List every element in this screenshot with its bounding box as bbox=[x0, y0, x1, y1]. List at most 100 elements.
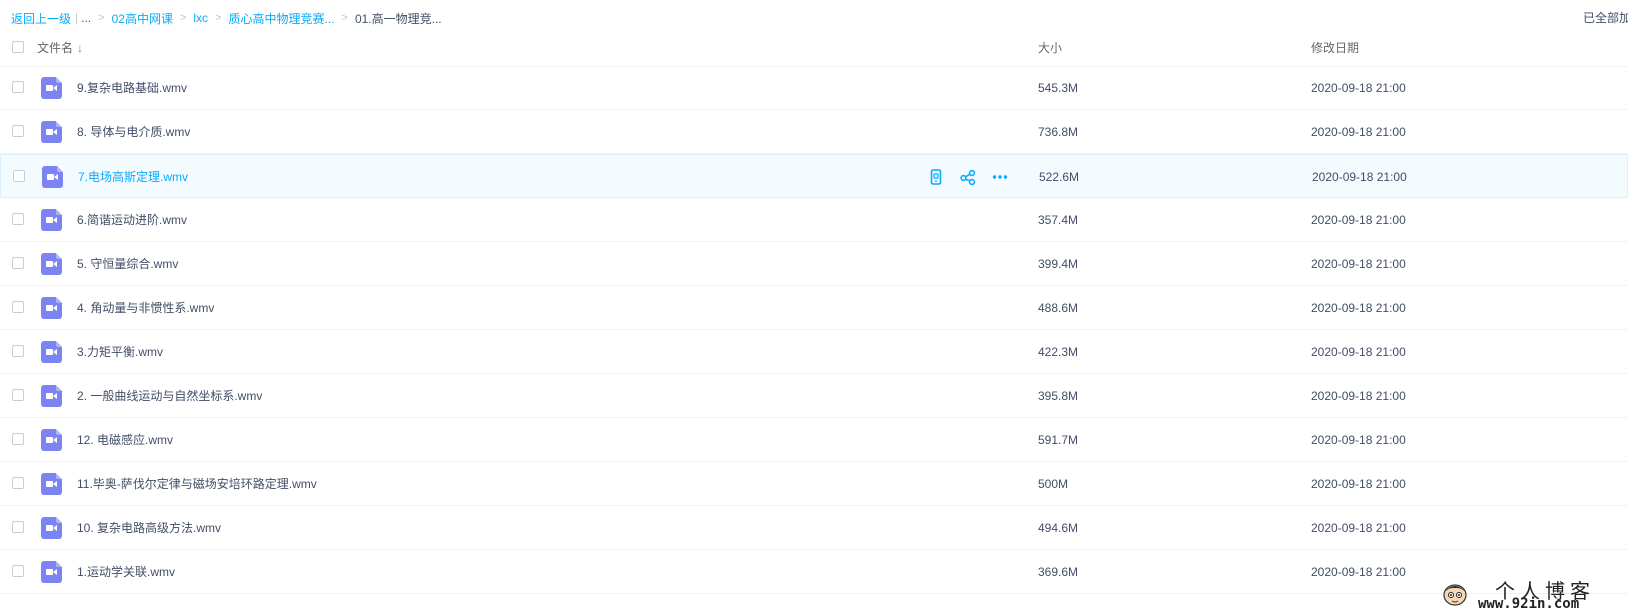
breadcrumb-separator: > bbox=[179, 12, 187, 24]
file-size: 494.6M bbox=[1038, 521, 1079, 535]
row-checkbox[interactable] bbox=[12, 477, 24, 489]
file-list: 9.复杂电路基础.wmv 545.3M 2020-09-18 21:00 8. 导体与… bbox=[0, 66, 1628, 594]
file-name[interactable]: 6.简谐运动进阶.wmv bbox=[77, 198, 187, 242]
file-row[interactable]: 12. 电磁感应.wmv 591.7M 2020-09-18 21:00 bbox=[0, 418, 1628, 462]
file-date: 2020-09-18 21:00 bbox=[1311, 125, 1406, 139]
breadcrumb-separator: > bbox=[215, 12, 222, 24]
sort-down-arrow-icon[interactable]: ↓ bbox=[77, 30, 83, 66]
file-size: 357.4M bbox=[1038, 213, 1079, 227]
file-list-header: 文件名 ↓ 大小 修改日期 bbox=[0, 30, 1628, 67]
file-name[interactable]: 11.毕奥-萨伐尔定律与磁场安培环路定理.wmv bbox=[77, 462, 317, 506]
file-size: 399.4M bbox=[1038, 257, 1079, 271]
file-date: 2020-09-18 21:00 bbox=[1312, 170, 1407, 184]
file-row[interactable]: 5. 守恒量综合.wmv 399.4M 2020-09-18 21:00 bbox=[0, 242, 1628, 286]
file-size: 522.6M bbox=[1039, 170, 1080, 184]
size-column-header[interactable]: 大小 bbox=[1038, 30, 1062, 66]
file-date: 2020-09-18 21:00 bbox=[1311, 477, 1406, 491]
row-checkbox[interactable] bbox=[12, 521, 24, 533]
breadcrumb-item[interactable]: 质心高中物理竞赛... bbox=[229, 10, 335, 27]
file-size: 545.3M bbox=[1038, 81, 1079, 95]
file-size: 395.8M bbox=[1038, 389, 1079, 403]
file-size: 369.6M bbox=[1038, 565, 1079, 579]
file-row[interactable]: 8. 导体与电介质.wmv 736.8M 2020-09-18 21:00 bbox=[0, 110, 1628, 154]
video-file-icon bbox=[41, 517, 62, 539]
file-name[interactable]: 7.电场高斯定理.wmv bbox=[78, 155, 188, 199]
breadcrumb-divider: | bbox=[75, 11, 79, 25]
file-name[interactable]: 1.运动学关联.wmv bbox=[77, 550, 175, 594]
row-checkbox[interactable] bbox=[12, 301, 24, 313]
watermark: 个人博客 www.92in.com bbox=[1440, 574, 1628, 616]
file-row[interactable]: 3.力矩平衡.wmv 422.3M 2020-09-18 21:00 bbox=[0, 330, 1628, 374]
file-row[interactable]: 11.毕奥-萨伐尔定律与磁场安培环路定理.wmv 500M 2020-09-18 2… bbox=[0, 462, 1628, 506]
row-checkbox[interactable] bbox=[12, 345, 24, 357]
video-file-icon bbox=[42, 166, 63, 188]
share-icon[interactable] bbox=[959, 168, 977, 186]
file-date: 2020-09-18 21:00 bbox=[1311, 433, 1406, 447]
file-size: 422.3M bbox=[1038, 345, 1079, 359]
avatar-cartoon-icon bbox=[1443, 584, 1467, 606]
video-file-icon bbox=[41, 209, 62, 231]
breadcrumb-ellipsis[interactable]: ... bbox=[81, 11, 91, 25]
date-column-header[interactable]: 修改日期 bbox=[1311, 30, 1359, 66]
row-checkbox[interactable] bbox=[12, 81, 24, 93]
file-row[interactable]: 6.简谐运动进阶.wmv 357.4M 2020-09-18 21:00 bbox=[0, 198, 1628, 242]
breadcrumb-item[interactable]: lxc bbox=[193, 11, 208, 25]
name-column-label: 文件名 bbox=[37, 41, 74, 55]
video-file-icon bbox=[41, 121, 62, 143]
file-name[interactable]: 3.力矩平衡.wmv bbox=[77, 330, 163, 374]
file-row[interactable]: 10. 复杂电路高级方法.wmv 494.6M 2020-09-18 21:00 bbox=[0, 506, 1628, 550]
row-checkbox[interactable] bbox=[12, 257, 24, 269]
file-date: 2020-09-18 21:00 bbox=[1311, 345, 1406, 359]
watermark-url: www.92in.com bbox=[1478, 596, 1580, 612]
file-row[interactable]: 4. 角动量与非惯性系.wmv 488.6M 2020-09-18 21:00 bbox=[0, 286, 1628, 330]
file-date: 2020-09-18 21:00 bbox=[1311, 301, 1406, 315]
back-link[interactable]: 返回上一级 bbox=[11, 10, 71, 27]
file-size: 591.7M bbox=[1038, 433, 1079, 447]
file-size: 500M bbox=[1038, 477, 1069, 491]
file-name[interactable]: 9.复杂电路基础.wmv bbox=[77, 66, 187, 110]
video-file-icon bbox=[41, 77, 62, 99]
breadcrumb-separator: > bbox=[98, 12, 105, 24]
video-file-icon bbox=[41, 429, 62, 451]
file-date: 2020-09-18 21:00 bbox=[1311, 565, 1406, 579]
breadcrumb: 返回上一级 | ... > 02高中网课 > lxc > 质心高中物理竞赛...… bbox=[11, 9, 442, 27]
select-all-checkbox[interactable] bbox=[12, 41, 24, 53]
video-file-icon bbox=[41, 297, 62, 319]
row-checkbox[interactable] bbox=[12, 565, 24, 577]
video-file-icon bbox=[41, 253, 62, 275]
row-actions bbox=[927, 168, 1009, 186]
file-size: 488.6M bbox=[1038, 301, 1079, 315]
breadcrumb-current: 01.高一物理竞... bbox=[354, 11, 442, 26]
more-icon[interactable] bbox=[991, 168, 1009, 186]
row-checkbox[interactable] bbox=[12, 125, 24, 137]
video-file-icon bbox=[41, 385, 62, 407]
file-date: 2020-09-18 21:00 bbox=[1311, 81, 1406, 95]
load-status: 已全部加 bbox=[1583, 11, 1628, 25]
name-column-header[interactable]: 文件名 ↓ bbox=[37, 30, 83, 66]
file-name[interactable]: 12. 电磁感应.wmv bbox=[77, 418, 173, 462]
file-size: 736.8M bbox=[1038, 125, 1079, 139]
file-name[interactable]: 10. 复杂电路高级方法.wmv bbox=[77, 506, 221, 550]
file-row[interactable]: 9.复杂电路基础.wmv 545.3M 2020-09-18 21:00 bbox=[0, 66, 1628, 110]
file-date: 2020-09-18 21:00 bbox=[1311, 389, 1406, 403]
file-date: 2020-09-18 21:00 bbox=[1311, 213, 1406, 227]
video-file-icon bbox=[41, 341, 62, 363]
breadcrumb-item[interactable]: 02高中网课 bbox=[112, 10, 173, 27]
breadcrumb-separator: > bbox=[341, 12, 348, 24]
file-name[interactable]: 5. 守恒量综合.wmv bbox=[77, 242, 178, 286]
video-file-icon bbox=[41, 561, 62, 583]
video-file-icon bbox=[41, 473, 62, 495]
file-name[interactable]: 8. 导体与电介质.wmv bbox=[77, 110, 190, 154]
file-name[interactable]: 2. 一般曲线运动与自然坐标系.wmv bbox=[77, 374, 262, 418]
file-date: 2020-09-18 21:00 bbox=[1311, 257, 1406, 271]
file-date: 2020-09-18 21:00 bbox=[1311, 521, 1406, 535]
file-row[interactable]: 2. 一般曲线运动与自然坐标系.wmv 395.8M 2020-09-18 21:0… bbox=[0, 374, 1628, 418]
row-checkbox[interactable] bbox=[12, 433, 24, 445]
phone-icon[interactable] bbox=[927, 168, 945, 186]
row-checkbox[interactable] bbox=[12, 213, 24, 225]
file-row[interactable]: 1.运动学关联.wmv 369.6M 2020-09-18 21:00 bbox=[0, 550, 1628, 594]
row-checkbox[interactable] bbox=[13, 170, 25, 182]
row-checkbox[interactable] bbox=[12, 389, 24, 401]
file-row[interactable]: 7.电场高斯定理.wmv 522.6M 2020-09-18 21:00 bbox=[0, 154, 1628, 198]
file-name[interactable]: 4. 角动量与非惯性系.wmv bbox=[77, 286, 214, 330]
